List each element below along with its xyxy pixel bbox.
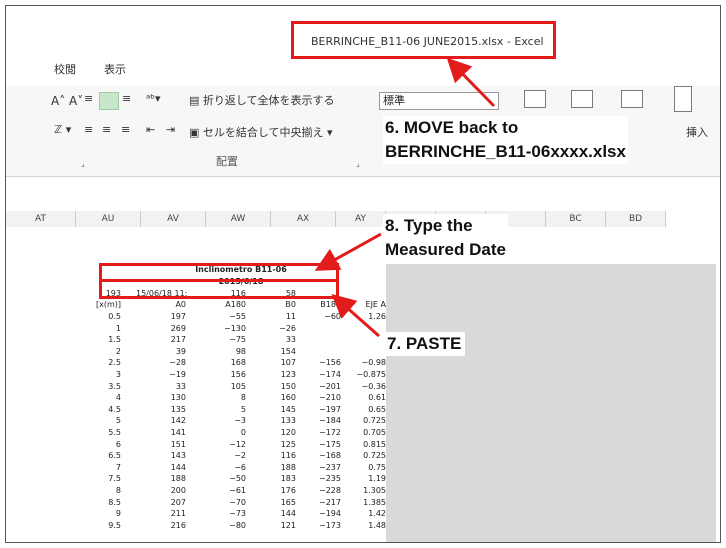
callout-arrows bbox=[314, 57, 496, 338]
step8-arrow bbox=[314, 232, 382, 271]
screenshot-frame: BERRINCHE_B11-06 JUNE2015.xlsx - Excel 校… bbox=[5, 5, 721, 543]
step6-arrow bbox=[446, 57, 496, 108]
step7-arrow bbox=[331, 294, 380, 338]
